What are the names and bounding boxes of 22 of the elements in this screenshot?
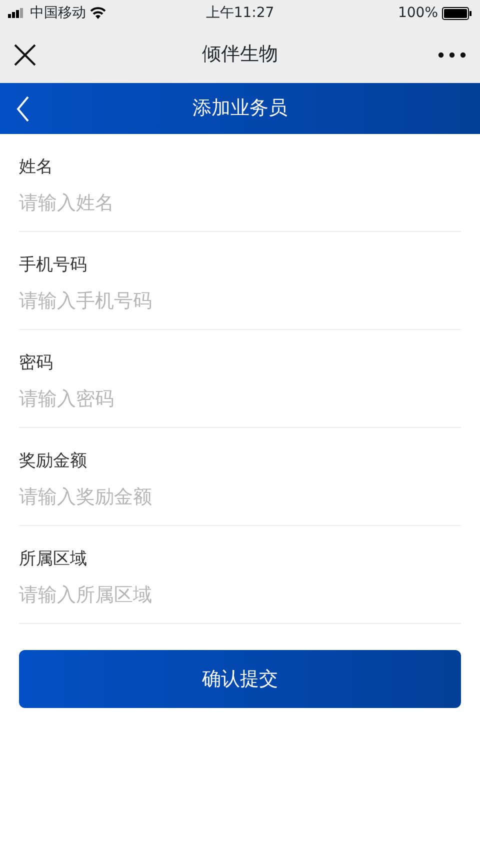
signal-icon: [8, 8, 26, 18]
back-button[interactable]: [16, 96, 30, 122]
field-label: 所属区域: [19, 548, 88, 571]
field-label: 奖励金额: [19, 450, 88, 473]
page-title: 添加业务员: [192, 96, 288, 122]
battery-percent: 100%: [398, 4, 438, 22]
input-field[interactable]: 请输入所属区域: [19, 581, 461, 609]
submit-button[interactable]: 确认提交: [19, 650, 461, 708]
field-label: 手机号码: [19, 254, 88, 277]
close-button[interactable]: [14, 42, 36, 66]
app-title: 倾伴生物: [202, 42, 278, 68]
more-icon[interactable]: [438, 52, 466, 58]
clock-time: 上午11:27: [206, 4, 274, 22]
carrier-name: 中国移动: [30, 4, 86, 22]
input-field[interactable]: 请输入姓名: [19, 189, 461, 217]
input-field[interactable]: 请输入密码: [19, 385, 461, 413]
battery-icon: [442, 6, 472, 20]
input-field[interactable]: 请输入手机号码: [19, 287, 461, 315]
input-field[interactable]: 请输入奖励金额: [19, 483, 461, 511]
field-label: 姓名: [19, 156, 54, 179]
field-label: 密码: [19, 352, 54, 375]
wifi-icon: [90, 7, 106, 19]
